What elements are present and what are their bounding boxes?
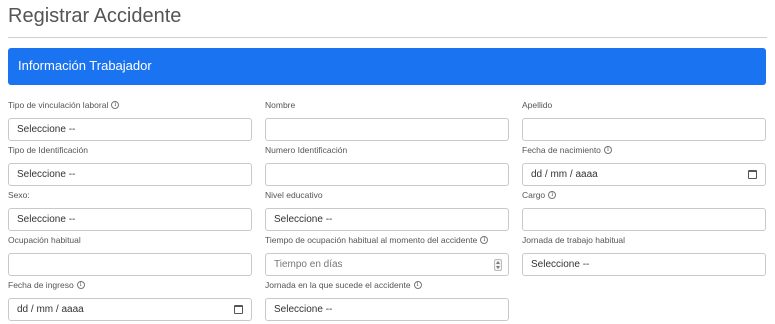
- tiempo-ocupacion-label: Tiempo de ocupación habitual al momento …: [265, 235, 478, 245]
- tipo-identificacion-select[interactable]: Seleccione --: [8, 163, 252, 186]
- jornada-accidente-label: Jornada en la que sucede el accidente: [265, 280, 411, 290]
- tiempo-ocupacion-number-input[interactable]: Tiempo en días: [265, 253, 509, 276]
- field-tipo-identificacion: Tipo de Identificación Seleccione --: [8, 144, 252, 186]
- calendar-icon[interactable]: [234, 305, 243, 314]
- cargo-input[interactable]: [522, 208, 766, 231]
- ocupacion-habitual-input[interactable]: [8, 253, 252, 276]
- info-icon[interactable]: i: [413, 281, 422, 289]
- field-nombre: Nombre: [265, 99, 509, 141]
- nombre-input[interactable]: [265, 118, 509, 141]
- numero-identificacion-label: Numero Identificación: [265, 145, 348, 155]
- apellido-label: Apellido: [522, 100, 553, 110]
- jornada-trabajo-select[interactable]: Seleccione --: [522, 253, 766, 276]
- field-tiempo-ocupacion: Tiempo de ocupación habitual al momento …: [265, 234, 509, 276]
- numero-identificacion-input[interactable]: [265, 163, 509, 186]
- field-numero-identificacion: Numero Identificación: [265, 144, 509, 186]
- apellido-input[interactable]: [522, 118, 766, 141]
- sexo-select[interactable]: Seleccione --: [8, 208, 252, 231]
- field-fecha-ingreso: Fecha de ingreso i dd / mm / aaaa: [8, 279, 252, 321]
- fecha-ingreso-label: Fecha de ingreso: [8, 280, 74, 290]
- fecha-ingreso-date-input[interactable]: dd / mm / aaaa: [8, 298, 252, 321]
- nombre-label: Nombre: [265, 100, 296, 110]
- nivel-educativo-label: Nivel educativo: [265, 190, 323, 200]
- section-title: Información Trabajador: [18, 58, 152, 73]
- field-nivel-educativo: Nivel educativo Seleccione --: [265, 189, 509, 231]
- jornada-trabajo-label: Jornada de trabajo habitual: [522, 235, 626, 245]
- section-header-informacion-trabajador: Información Trabajador: [8, 48, 766, 85]
- field-ocupacion-habitual: Ocupación habitual: [8, 234, 252, 276]
- info-icon[interactable]: i: [480, 236, 489, 244]
- page-title: Registrar Accidente: [8, 5, 182, 27]
- jornada-accidente-select[interactable]: Seleccione --: [265, 298, 509, 321]
- field-sexo: Sexo: Seleccione --: [8, 189, 252, 231]
- number-spinner-icon[interactable]: [494, 259, 502, 271]
- fecha-nacimiento-label: Fecha de nacimiento: [522, 145, 601, 155]
- title-divider: [8, 37, 767, 38]
- sexo-label: Sexo:: [8, 190, 30, 200]
- info-icon[interactable]: i: [603, 146, 612, 154]
- field-jornada-trabajo: Jornada de trabajo habitual Seleccione -…: [522, 234, 766, 276]
- field-fecha-nacimiento: Fecha de nacimiento i dd / mm / aaaa: [522, 144, 766, 186]
- field-cargo: Cargo i: [522, 189, 766, 231]
- field-tipo-vinculacion: Tipo de vinculación laboral i Seleccione …: [8, 99, 252, 141]
- info-icon[interactable]: i: [76, 281, 85, 289]
- tipo-vinculacion-label: Tipo de vinculación laboral: [8, 100, 109, 110]
- tipo-vinculacion-select[interactable]: Seleccione --: [8, 118, 252, 141]
- cargo-label: Cargo: [522, 190, 546, 200]
- nivel-educativo-select[interactable]: Seleccione --: [265, 208, 509, 231]
- field-apellido: Apellido: [522, 99, 766, 141]
- field-jornada-accidente: Jornada en la que sucede el accidente i S…: [265, 279, 509, 321]
- tipo-identificacion-label: Tipo de Identificación: [8, 145, 89, 155]
- ocupacion-habitual-label: Ocupación habitual: [8, 235, 81, 245]
- calendar-icon[interactable]: [748, 170, 757, 179]
- info-icon[interactable]: i: [548, 191, 557, 199]
- fecha-nacimiento-date-input[interactable]: dd / mm / aaaa: [522, 163, 766, 186]
- info-icon[interactable]: i: [111, 101, 120, 109]
